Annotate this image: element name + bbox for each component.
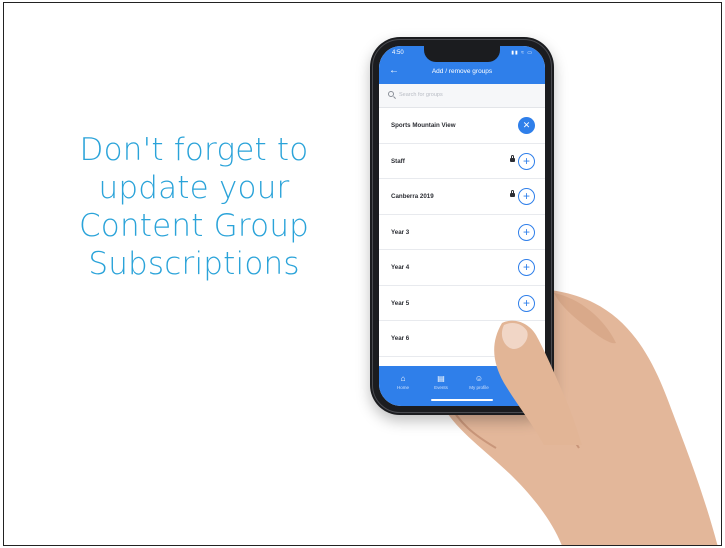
phone-notch [424, 46, 500, 62]
calendar-icon: ▤ [437, 374, 445, 383]
add-group-button[interactable]: + [518, 188, 535, 205]
person-icon: ☺ [474, 374, 484, 383]
headline-line-2: update your [98, 170, 290, 206]
home-icon: ⌂ [400, 374, 406, 383]
phone-device: 4:50 ▮▮ ≈ ▭ ← Add / remove groups Sports… [370, 37, 554, 415]
add-group-button[interactable]: + [518, 259, 535, 276]
search-bar [379, 84, 545, 108]
remove-group-button[interactable]: ✕ [518, 117, 535, 134]
add-group-button[interactable]: + [518, 223, 535, 241]
lock-icon [510, 190, 515, 197]
group-name: Year 3 [391, 228, 410, 236]
tab-label: Events [434, 385, 448, 390]
tab-home[interactable]: ⌂ Home [383, 374, 423, 390]
phone-screen: 4:50 ▮▮ ≈ ▭ ← Add / remove groups Sports… [379, 46, 545, 406]
group-row[interactable]: Year 4 + [379, 250, 545, 286]
status-time: 4:50 [392, 50, 404, 56]
headline-line-4: Subscriptions [88, 246, 300, 282]
headline-line-1: Don't forget to [79, 132, 309, 168]
headline-line-3: Content Group [78, 208, 310, 244]
search-input[interactable] [399, 88, 529, 102]
app-title: Add / remove groups [431, 68, 493, 75]
group-name: Staff [391, 157, 405, 165]
add-group-button[interactable]: + [518, 152, 535, 170]
group-name: Canberra 2019 [391, 193, 434, 200]
group-list: Sports Mountain View ✕ Staff + Canberra … [379, 108, 545, 357]
tab-my-profile[interactable]: ☺ My profile [459, 374, 499, 390]
add-group-button[interactable]: + [518, 294, 535, 312]
group-row[interactable]: Sports Mountain View ✕ [379, 108, 545, 144]
tab-label: Home [396, 385, 409, 390]
slide-frame: Don't forget to update your Content Grou… [3, 2, 722, 546]
group-name: Year 6 [391, 335, 410, 342]
group-name: Sports Mountain View [391, 122, 456, 129]
lock-icon [510, 154, 515, 162]
group-row[interactable]: Canberra 2019 + [379, 179, 545, 215]
tab-events[interactable]: ▤ Events [421, 374, 461, 390]
status-icons: ▮▮ ≈ ▭ [511, 50, 533, 56]
home-indicator [431, 399, 493, 401]
group-name: Year 5 [391, 299, 410, 307]
group-row[interactable]: Year 6 [379, 321, 545, 357]
search-icon [388, 91, 394, 97]
bottom-tab-bar: ⌂ Home ▤ Events ☺ My profile [379, 366, 545, 406]
group-name: Year 4 [391, 264, 410, 271]
group-row[interactable]: Staff + [379, 144, 545, 179]
group-row[interactable]: Year 5 + [379, 286, 545, 321]
headline: Don't forget to update your Content Grou… [44, 131, 344, 283]
group-row[interactable]: Year 3 + [379, 215, 545, 250]
tab-label: My profile [469, 385, 489, 390]
